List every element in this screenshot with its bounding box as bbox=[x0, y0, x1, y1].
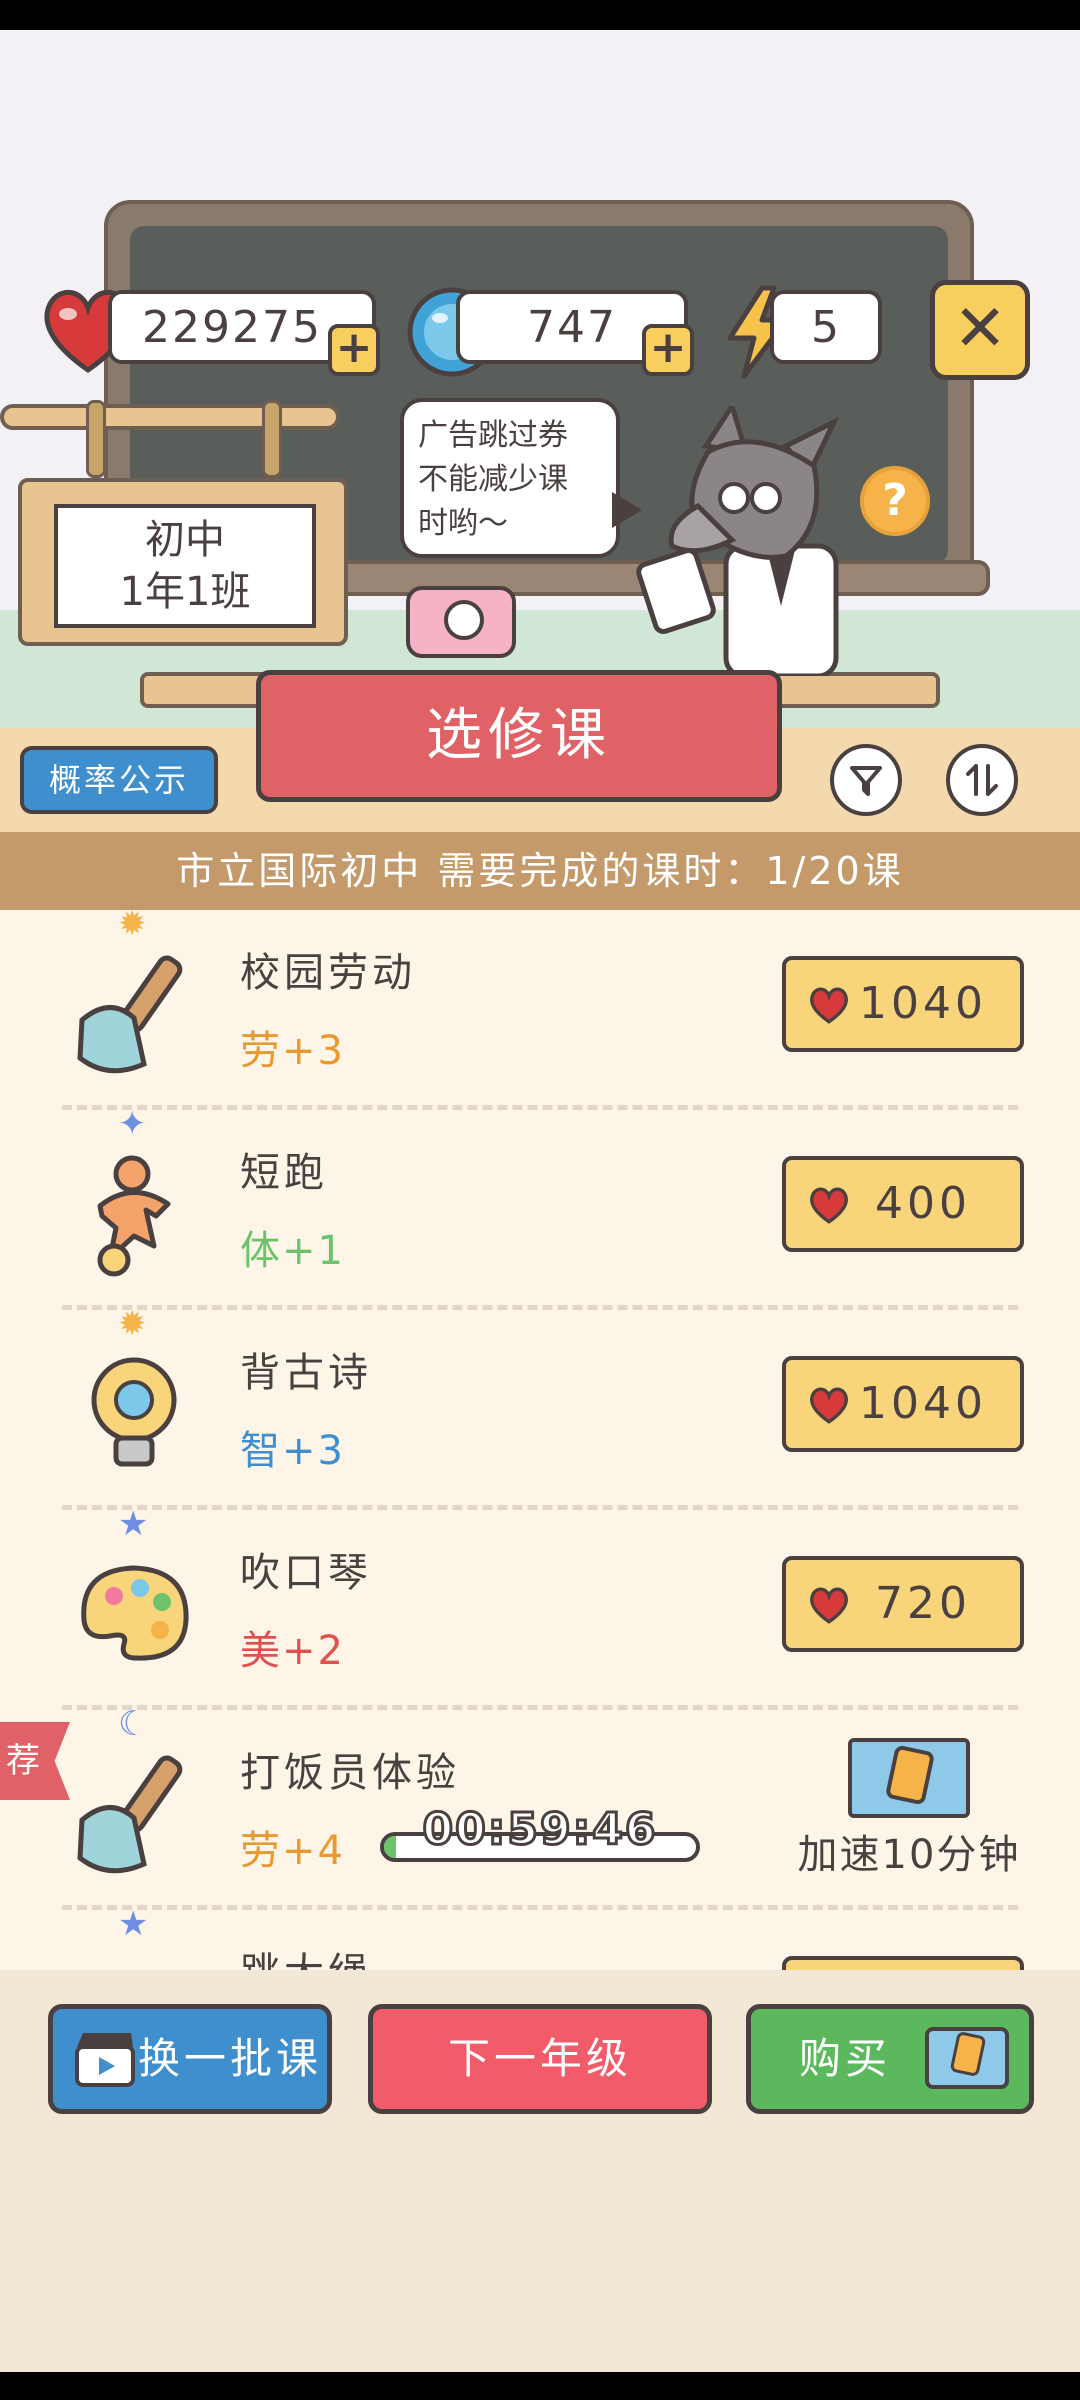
speedup-label[interactable]: 加速10分钟 bbox=[784, 1822, 1034, 1880]
game-screen: 229275 + 747 + 5 ✕ 初中 1年1班 广告跳过券 不能减少课 时… bbox=[0, 0, 1080, 2400]
course-row[interactable]: ✦ 短跑 体+1 400 bbox=[0, 1104, 1080, 1310]
course-cost-button[interactable]: 1040 bbox=[782, 956, 1024, 1052]
sort-button[interactable] bbox=[946, 744, 1018, 816]
course-stat: 劳+3 bbox=[240, 1028, 345, 1074]
next-grade-button[interactable]: 下一年级 bbox=[368, 2004, 712, 2114]
course-row[interactable]: ★ 跳大绳 bbox=[0, 1904, 1080, 1970]
speech-bubble: 广告跳过券 不能减少课 时哟～ bbox=[400, 398, 620, 558]
course-name: 短跑 bbox=[240, 1150, 328, 1196]
close-icon: ✕ bbox=[953, 292, 1007, 366]
course-name: 校园劳动 bbox=[240, 950, 416, 996]
ticket-icon bbox=[925, 2027, 1009, 2089]
course-cost: 400 bbox=[875, 1178, 971, 1229]
runner-icon bbox=[97, 1155, 171, 1277]
energy-counter: 5 bbox=[770, 290, 882, 364]
star-badge-icon: ✦ bbox=[118, 1104, 147, 1144]
course-cost-button[interactable]: 1040 bbox=[782, 1356, 1024, 1452]
course-cost: 720 bbox=[875, 1578, 971, 1629]
question-icon: ? bbox=[882, 475, 908, 526]
course-row[interactable]: ✹ 背古诗 智+3 1040 bbox=[0, 1304, 1080, 1510]
page-title: 选修课 bbox=[256, 670, 782, 802]
heart-icon bbox=[810, 1187, 848, 1224]
course-cost-button[interactable] bbox=[782, 1956, 1024, 1970]
sun-badge-icon: ✹ bbox=[118, 910, 147, 944]
shovel-icon bbox=[77, 1755, 183, 1874]
class-sign: 初中 1年1班 bbox=[18, 478, 348, 646]
add-hearts-button[interactable]: + bbox=[328, 324, 380, 376]
video-clapper-icon bbox=[75, 2033, 135, 2087]
speedup-ticket-icon[interactable] bbox=[848, 1738, 970, 1818]
course-stat: 劳+4 bbox=[240, 1828, 345, 1874]
course-stat: 智+3 bbox=[240, 1428, 345, 1474]
add-gems-button[interactable]: + bbox=[642, 324, 694, 376]
course-row[interactable]: ✹ 校园劳动 劳+3 1040 bbox=[0, 910, 1080, 1110]
course-name: 打饭员体验 bbox=[240, 1750, 460, 1796]
class-name: 1年1班 bbox=[119, 569, 251, 615]
star-badge-icon: ★ bbox=[118, 1504, 149, 1544]
course-stat: 美+2 bbox=[240, 1628, 345, 1674]
shovel-icon bbox=[77, 955, 183, 1074]
filter-button[interactable] bbox=[830, 744, 902, 816]
heart-icon bbox=[810, 987, 848, 1024]
navigation-bar bbox=[0, 2372, 1080, 2400]
course-cost: 1040 bbox=[859, 978, 987, 1029]
star-badge-icon: ★ bbox=[118, 1904, 149, 1944]
status-bar bbox=[0, 0, 1080, 30]
sign-rope bbox=[262, 400, 282, 478]
sort-icon bbox=[966, 764, 998, 796]
course-stat: 体+1 bbox=[240, 1228, 345, 1274]
sign-rope bbox=[86, 400, 106, 478]
camera-icon bbox=[444, 600, 484, 640]
refresh-courses-button[interactable]: 换一批课 bbox=[48, 2004, 332, 2114]
heart-icon bbox=[810, 1587, 848, 1624]
course-row[interactable]: ★ 吹口琴 美+2 720 bbox=[0, 1504, 1080, 1710]
wolf-teacher bbox=[636, 406, 840, 676]
course-name: 跳大绳 bbox=[240, 1940, 372, 1970]
filter-icon bbox=[850, 766, 882, 796]
course-requirement-info: 市立国际初中 需要完成的课时：1/20课 bbox=[0, 832, 1080, 910]
course-timer: 00:59:46 bbox=[421, 1803, 658, 1857]
camera-button[interactable] bbox=[406, 586, 516, 658]
course-name: 背古诗 bbox=[240, 1350, 372, 1396]
buy-ticket-button[interactable]: 购买 bbox=[746, 2004, 1034, 2114]
moon-badge-icon: ☾ bbox=[118, 1704, 149, 1744]
course-cost-button[interactable]: 720 bbox=[782, 1556, 1024, 1652]
sign-rod bbox=[0, 404, 340, 430]
sun-badge-icon: ✹ bbox=[118, 1304, 147, 1344]
close-button[interactable]: ✕ bbox=[930, 280, 1030, 380]
course-name: 吹口琴 bbox=[240, 1550, 372, 1596]
help-button[interactable]: ? bbox=[860, 466, 930, 536]
palette-icon bbox=[81, 1565, 189, 1661]
course-cost-button[interactable]: 400 bbox=[782, 1156, 1024, 1252]
lightbulb-icon bbox=[91, 1357, 177, 1467]
school-level: 初中 bbox=[145, 517, 225, 563]
course-cost: 1040 bbox=[859, 1378, 987, 1429]
probability-button[interactable]: 概率公示 bbox=[20, 746, 218, 814]
heart-icon bbox=[810, 1387, 848, 1424]
